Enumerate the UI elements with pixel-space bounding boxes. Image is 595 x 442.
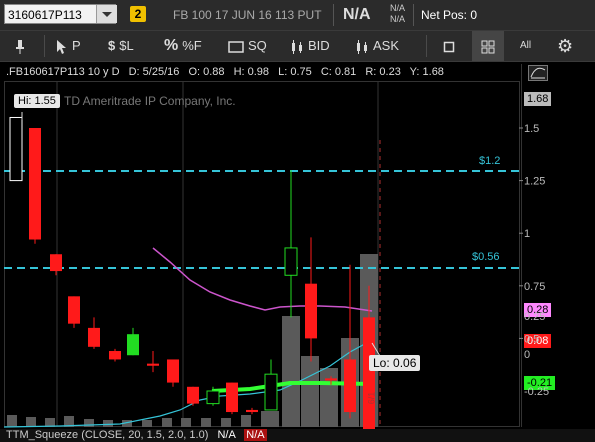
price-line-label-2: $0.56 (472, 251, 500, 263)
candle-body (206, 390, 220, 405)
candle-body (226, 382, 238, 413)
histogram-bar (103, 420, 113, 427)
candle-body (68, 296, 80, 324)
candle-body (50, 254, 62, 272)
histogram-bar (261, 411, 279, 427)
histogram-bar (162, 418, 172, 427)
candle-body (363, 317, 375, 429)
low-label: Lo: 0.06 (369, 355, 421, 371)
histogram-bar (26, 417, 36, 427)
candle-body (29, 128, 41, 240)
price-tick-label: 1.25 (524, 176, 545, 188)
candle-body (305, 283, 317, 339)
candle-body (344, 359, 356, 413)
moving-average-line (152, 247, 373, 312)
chart-svg: 1.5 1.25 1 0.75 0.5 0 -0.25 0.25 (3, 81, 549, 429)
price-tick-label: 0.75 (524, 281, 545, 293)
histogram-bar (320, 368, 338, 427)
histogram-bar (221, 418, 231, 427)
candle-body (246, 409, 258, 413)
price-line-label-1: $1.2 (479, 155, 501, 167)
histogram-bar (142, 420, 152, 427)
histogram-bar (282, 316, 300, 427)
candle-body (187, 386, 199, 404)
candle-body (9, 116, 23, 182)
histogram-bar (301, 356, 319, 427)
candle-body (167, 359, 179, 383)
study-tick-label: 0 (524, 349, 530, 361)
candle-body (264, 373, 278, 411)
price-tick-label: 1 (524, 228, 530, 240)
histogram-bar (7, 415, 17, 427)
price-tick-label: 1.5 (524, 123, 539, 135)
candle-body (127, 334, 139, 356)
histogram-bar (241, 415, 251, 427)
price-tick-label: 0.25 (524, 311, 545, 323)
candle-body (325, 378, 337, 381)
study-value-2: N/A (244, 429, 267, 441)
candle-body (88, 327, 100, 347)
histogram-bar (181, 418, 191, 427)
candle-body (284, 247, 298, 276)
histogram-bar (201, 418, 211, 427)
watermark: TD Ameritrade IP Company, Inc. (64, 94, 236, 108)
candle-body (109, 351, 121, 360)
dotted-date-label: 6/1 (366, 391, 377, 405)
price-tick-label: 0.5 (524, 333, 539, 345)
study-tick-label: -0.25 (524, 386, 549, 398)
study-value-1: N/A (217, 429, 236, 441)
high-label: Hi: 1.55 (14, 94, 60, 108)
study-bar: TTM_Squeeze (CLOSE, 20, 1.5, 2.0, 1.0) N… (0, 429, 595, 442)
study-label[interactable]: TTM_Squeeze (CLOSE, 20, 1.5, 2.0, 1.0) (6, 429, 208, 441)
candle-body (147, 363, 159, 366)
histogram-bar (84, 419, 94, 427)
